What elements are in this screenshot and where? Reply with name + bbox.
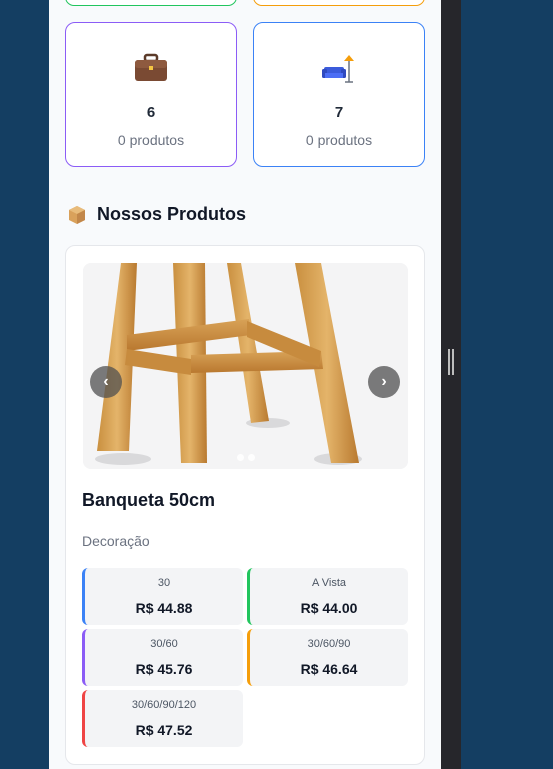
product-category: Decoração [82,533,150,549]
price-option[interactable]: A Vista R$ 44.00 [247,568,408,625]
product-card[interactable]: ‹ › Banqueta 50cm Decoração 30 R$ 44.88 … [65,245,425,765]
sofa-lamp-icon [322,55,354,83]
price-option[interactable]: 30/60/90 R$ 46.64 [247,629,408,686]
price-value: R$ 44.88 [135,600,193,616]
price-value: R$ 44.00 [300,600,358,616]
category-card[interactable]: 7 0 produtos [253,22,425,167]
briefcase-icon [135,53,167,81]
price-value: R$ 47.52 [135,722,193,738]
price-options: 30 R$ 44.88 A Vista R$ 44.00 30/60 R$ 45… [82,568,408,747]
carousel-indicators [237,454,255,461]
package-icon [69,205,85,224]
section-header: Nossos Produtos [67,204,246,225]
category-product-count: 0 produtos [305,132,373,148]
price-value: R$ 45.76 [135,661,193,677]
price-term-label: 30/60/90 [307,638,351,650]
category-product-count: 0 produtos [117,132,185,148]
category-name: 7 [334,104,344,121]
price-term-label: 30/60 [150,638,178,650]
price-option[interactable]: 30 R$ 44.88 [82,568,243,625]
category-card[interactable] [253,0,425,6]
price-option[interactable]: 30/60 R$ 45.76 [82,629,243,686]
price-term-label: 30/60/90/120 [131,699,197,711]
product-image-carousel[interactable]: ‹ › [83,263,408,469]
category-card[interactable]: 6 0 produtos [65,22,237,167]
resize-handle[interactable] [448,349,454,375]
category-name: 6 [146,104,156,121]
carousel-dot[interactable] [248,454,255,461]
price-value: R$ 46.64 [300,661,358,677]
carousel-prev-button[interactable]: ‹ [90,366,122,398]
price-term-label: A Vista [311,577,347,589]
section-title: Nossos Produtos [97,204,247,224]
category-card[interactable] [65,0,237,6]
category-row-top [65,0,425,6]
category-row: 6 0 produtos 7 0 produtos [65,22,425,167]
price-term-label: 30 [157,577,171,589]
resize-panel [441,0,461,769]
product-name[interactable]: Banqueta 50cm [82,490,215,511]
carousel-dot[interactable] [237,454,244,461]
price-option[interactable]: 30/60/90/120 R$ 47.52 [82,690,243,747]
product-image [83,263,408,469]
carousel-next-button[interactable]: › [368,366,400,398]
app-screen: 6 0 produtos 7 0 produtos Nossos Produto… [49,0,441,769]
